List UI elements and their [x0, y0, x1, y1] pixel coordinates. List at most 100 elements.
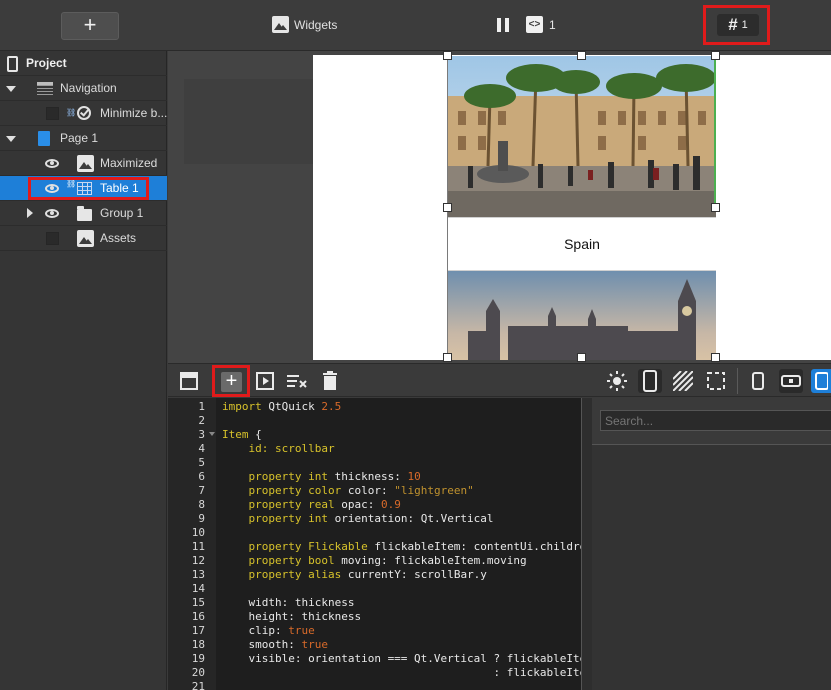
selection-frame-icon[interactable]	[704, 369, 728, 393]
code-line: property bool moving: flickableItem.movi…	[248, 554, 527, 567]
brightness-icon[interactable]	[605, 369, 629, 393]
code-count: 1	[549, 17, 556, 32]
hash-button-highlight: # 1	[703, 5, 770, 45]
line-number: 1	[198, 400, 205, 413]
tree-item-label: Minimize b...	[100, 106, 168, 120]
hatch-pattern-icon[interactable]	[671, 369, 695, 393]
page-icon	[38, 131, 50, 146]
resize-handle[interactable]	[577, 353, 586, 362]
hash-count: 1	[741, 19, 748, 31]
trash-icon[interactable]	[318, 369, 342, 393]
hash-icon: #	[728, 15, 738, 34]
code-line: property int orientation: Qt.Vertical	[248, 512, 494, 525]
visibility-checkbox[interactable]	[46, 107, 59, 120]
code-line: property color color: "lightgreen"	[248, 484, 474, 497]
visibility-checkbox[interactable]	[46, 232, 59, 245]
tree-item-table-1[interactable]: ⛓ Table 1	[0, 176, 167, 201]
top-toolbar: + Widgets <> 1 # 1	[0, 0, 831, 51]
search-input[interactable]	[600, 410, 831, 431]
line-number: 3	[198, 428, 205, 441]
tree-item-assets[interactable]: Assets	[0, 226, 167, 251]
line-number: 21	[191, 680, 205, 690]
code-line: visible: orientation === Qt.Vertical ? f…	[222, 652, 581, 665]
chevron-right-icon[interactable]	[27, 208, 33, 218]
link-icon: ⛓	[66, 108, 77, 117]
chevron-down-icon[interactable]	[6, 86, 16, 92]
project-label: Project	[26, 56, 67, 70]
table-icon	[77, 182, 92, 195]
tree-project-header[interactable]: Project	[0, 51, 167, 76]
resize-handle[interactable]	[711, 353, 720, 362]
code-line: property alias currentY: scrollBar.y	[248, 568, 487, 581]
code-line: id: scrollbar	[248, 442, 335, 455]
code-line: property Flickable flickableItem: conten…	[248, 540, 582, 553]
code-line: smooth: true	[222, 638, 328, 651]
image-icon	[77, 155, 94, 172]
line-number: 15	[191, 596, 205, 609]
code-line: height: thickness	[222, 610, 362, 623]
tablet-icon[interactable]	[811, 369, 831, 393]
code-line: : flickableIte	[222, 666, 581, 679]
resize-handle[interactable]	[443, 203, 452, 212]
image-icon	[77, 230, 94, 247]
panel-toggle-icon[interactable]	[177, 369, 201, 393]
widgets-button[interactable]: Widgets	[272, 16, 337, 33]
tree-item-label: Table 1	[100, 181, 139, 195]
widgets-label: Widgets	[294, 17, 338, 32]
add-button[interactable]: +	[61, 12, 119, 40]
code-button[interactable]: <> 1	[526, 16, 556, 33]
results-list	[592, 444, 831, 690]
resize-handle[interactable]	[711, 51, 720, 60]
tree-item-minimize[interactable]: ⛓ Minimize b...	[0, 101, 167, 126]
line-number: 2	[198, 414, 205, 427]
hash-button[interactable]: # 1	[717, 14, 759, 36]
code-line: property int thickness: 10	[248, 470, 421, 483]
code-line: width: thickness	[222, 596, 355, 609]
resize-handle[interactable]	[577, 51, 586, 60]
tree-item-page-1[interactable]: Page 1	[0, 126, 167, 151]
code-icon: <>	[526, 16, 543, 33]
selection-outline	[447, 55, 716, 359]
pause-icon[interactable]	[497, 18, 509, 32]
resize-handle[interactable]	[443, 353, 452, 362]
tree-item-label: Maximized	[100, 156, 158, 170]
tree-item-navigation[interactable]: Navigation	[0, 76, 167, 101]
editor-scrollbar[interactable]	[581, 398, 592, 690]
resize-handle[interactable]	[711, 203, 720, 212]
code-editor[interactable]: 1 2 3 4 5 6 7 8 9 10 11 12 13 14 15 16 17 18 19 20 21 import…	[168, 398, 581, 690]
portrait-icon[interactable]	[746, 369, 770, 393]
tree-item-label: Group 1	[100, 206, 144, 220]
line-number: 5	[198, 456, 205, 469]
clear-list-icon[interactable]	[285, 369, 309, 393]
design-canvas[interactable]: Spain	[168, 51, 831, 363]
chevron-down-icon[interactable]	[6, 136, 16, 142]
line-number: 9	[198, 512, 205, 525]
eye-icon[interactable]	[45, 209, 59, 218]
tree-item-group-1[interactable]: Group 1	[0, 201, 167, 226]
tree-item-label: Navigation	[60, 81, 117, 95]
line-number: 7	[198, 484, 205, 497]
image-icon	[272, 16, 289, 33]
line-number: 4	[198, 442, 205, 455]
line-number: 18	[191, 638, 205, 651]
line-number: 19	[191, 652, 205, 665]
eye-icon[interactable]	[45, 184, 59, 193]
layers-panel: Project Navigation ⛓ Minimize b... Page …	[0, 51, 167, 690]
code-line: property real opac: 0.9	[248, 498, 401, 511]
landscape-icon[interactable]	[779, 369, 803, 393]
properties-pane	[592, 398, 831, 690]
toolbar-separator	[737, 368, 738, 394]
add-code-button[interactable]: +	[221, 371, 242, 392]
link-icon: ⛓	[66, 179, 77, 188]
line-number: 13	[191, 568, 205, 581]
eye-icon[interactable]	[45, 159, 59, 168]
phone-preview-icon[interactable]	[638, 369, 662, 393]
tree-item-label: Assets	[100, 231, 137, 245]
tree-item-maximized[interactable]: Maximized	[0, 151, 167, 176]
run-icon[interactable]	[253, 369, 277, 393]
resize-handle[interactable]	[443, 51, 452, 60]
folder-icon	[77, 206, 92, 221]
canvas-shadow	[184, 79, 314, 164]
fold-arrow-icon[interactable]	[209, 432, 215, 436]
line-number: 6	[198, 470, 205, 483]
